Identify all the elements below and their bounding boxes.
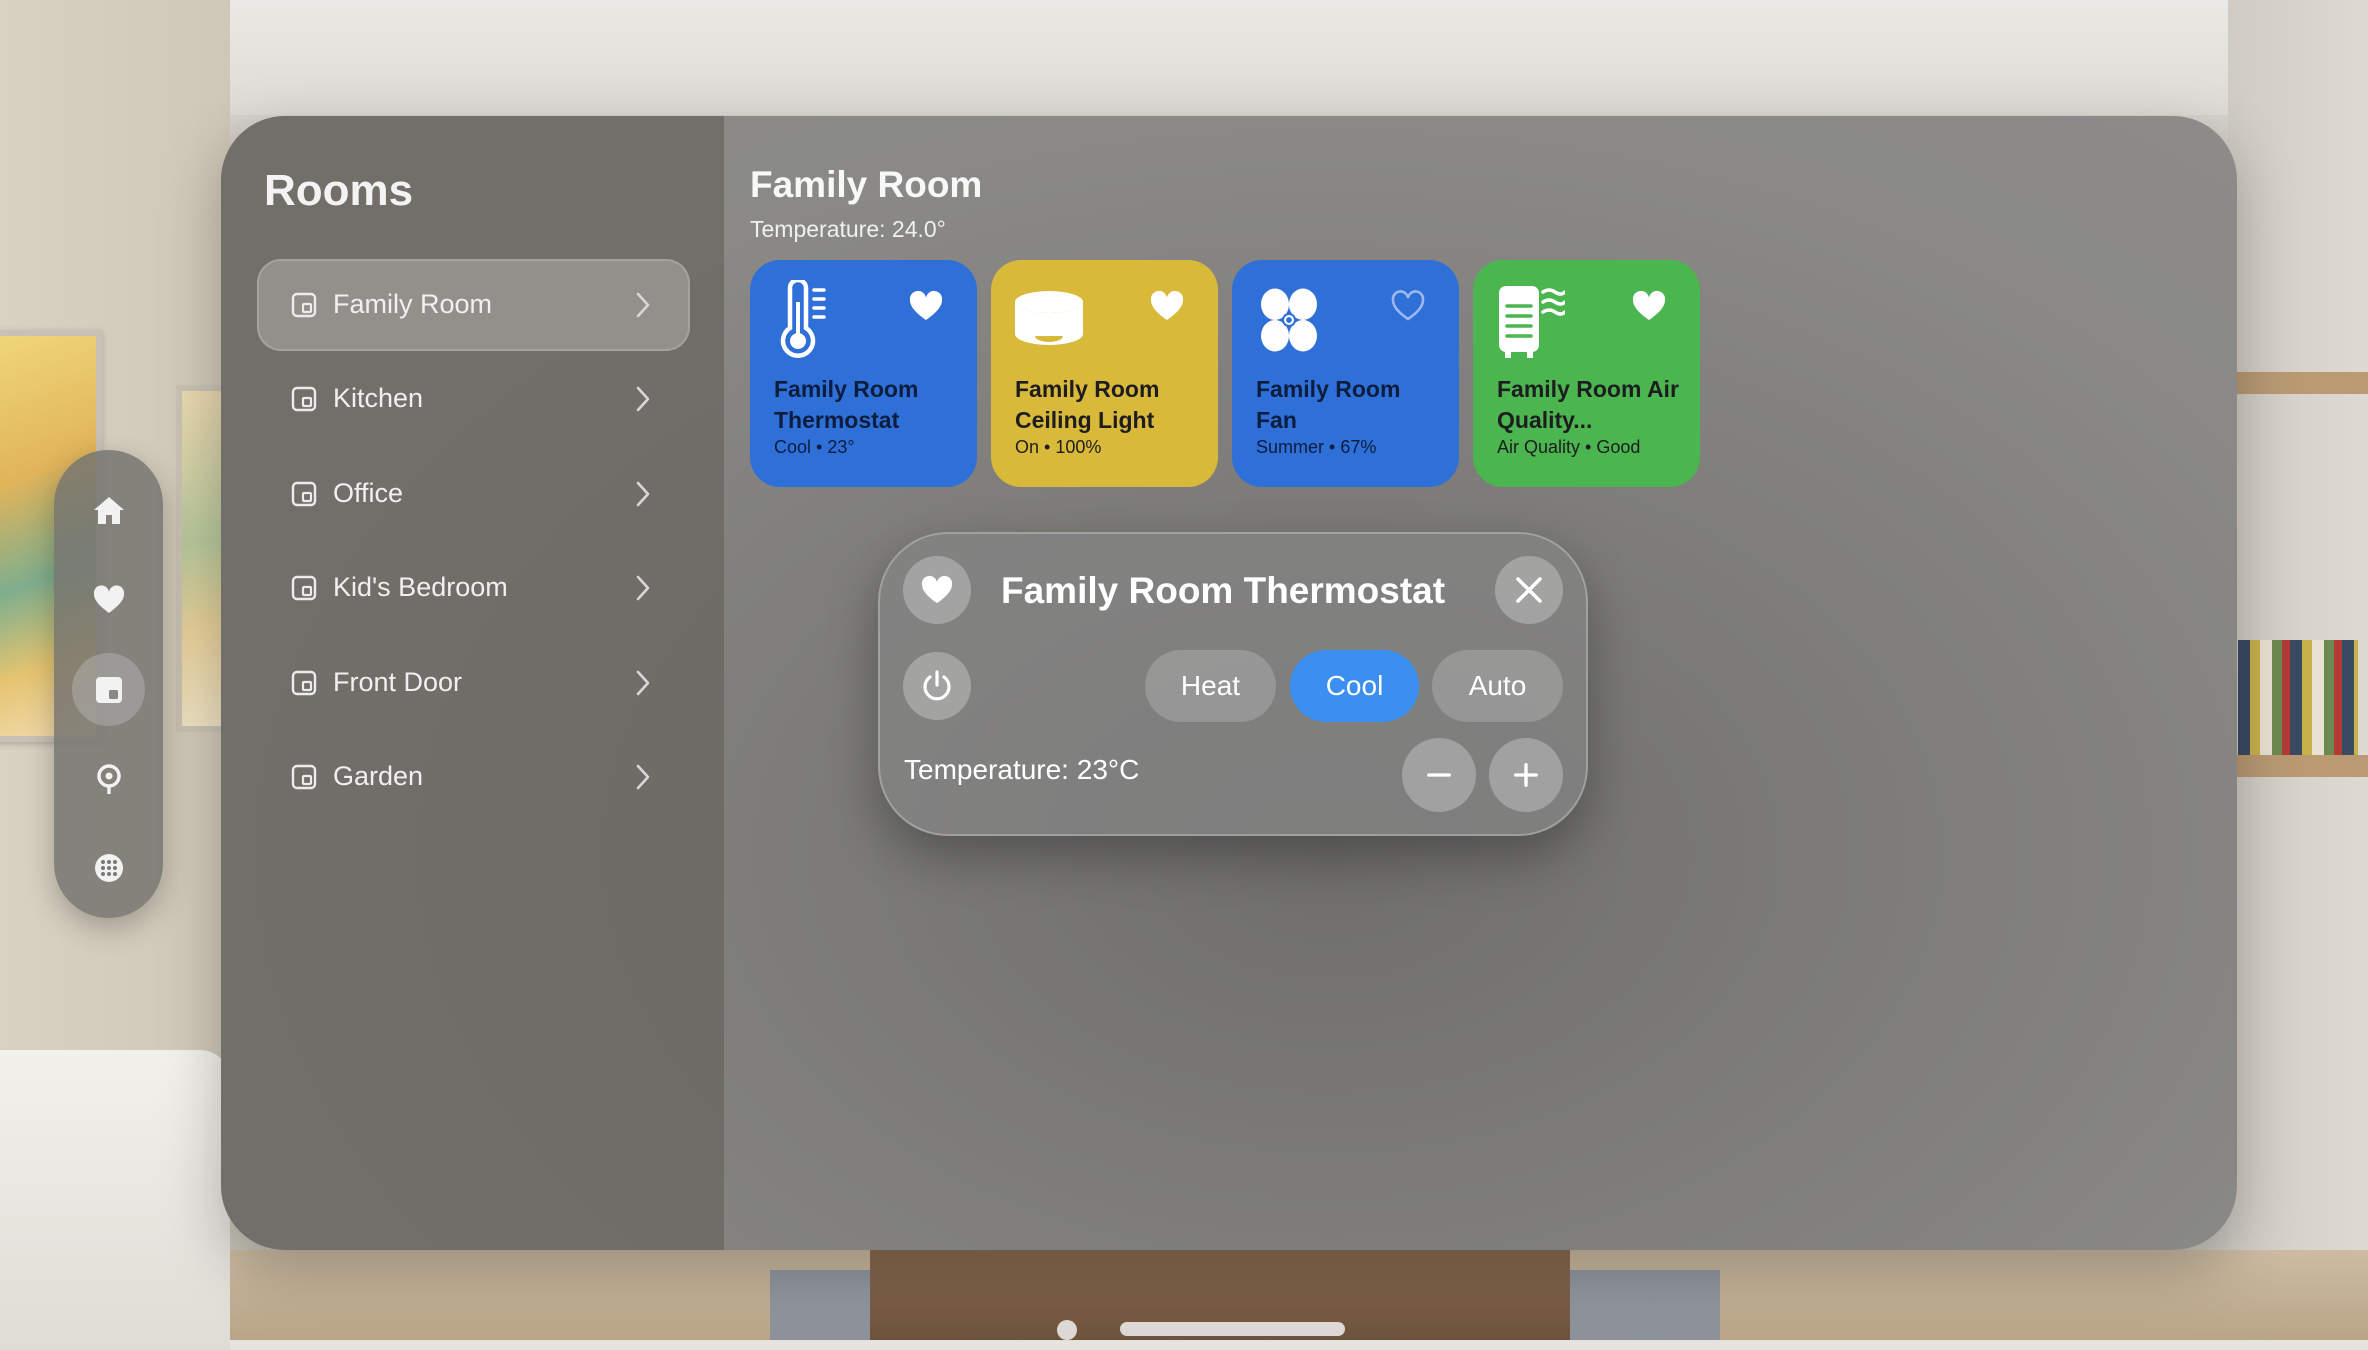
tab-favorites[interactable]: [72, 563, 145, 636]
mode-cool-button[interactable]: Cool: [1290, 650, 1419, 722]
background-shelf: [2228, 372, 2368, 394]
background-books: [2238, 640, 2358, 755]
tile-state: Summer • 67%: [1256, 437, 1377, 457]
sidebar-item-garden[interactable]: Garden: [257, 731, 690, 823]
window-grab-dot[interactable]: [1057, 1320, 1077, 1340]
sidebar: Rooms Family Room Kitchen Office Kid's B…: [221, 116, 724, 1250]
ceiling-light-icon: [1015, 291, 1083, 345]
thermostat-popover: Family Room Thermostat Heat Cool Auto Te…: [878, 532, 1588, 836]
background-shelf: [2228, 755, 2368, 777]
tab-rooms[interactable]: [72, 653, 145, 726]
tile-name: Family Room Fan: [1256, 376, 1401, 433]
mode-heat-button[interactable]: Heat: [1145, 650, 1276, 722]
room-icon: [291, 575, 317, 601]
power-button[interactable]: [903, 652, 971, 720]
fan-icon: [1261, 288, 1317, 352]
sidebar-item-label: Kid's Bedroom: [333, 572, 508, 602]
favorite-heart-icon[interactable]: [1149, 290, 1185, 322]
thermometer-icon: [780, 280, 826, 358]
tile-name: Family Room Ceiling Light: [1015, 376, 1160, 433]
window-grab-bar[interactable]: [1120, 1322, 1345, 1336]
tile-thermostat[interactable]: Family Room Thermostat Cool • 23°: [750, 260, 977, 487]
page-title: Family Room: [750, 164, 983, 205]
room-icon: [291, 670, 317, 696]
tile-state: Cool • 23°: [774, 437, 855, 457]
chevron-right-icon: [636, 764, 650, 790]
chevron-right-icon: [636, 575, 650, 601]
temperature-label: Temperature: 23°C: [904, 754, 1140, 785]
background-lamp: [0, 1050, 230, 1350]
favorite-button[interactable]: [903, 556, 971, 624]
favorite-heart-outline-icon[interactable]: [1390, 290, 1426, 322]
favorite-heart-icon[interactable]: [908, 290, 944, 322]
background-rug: [1560, 1270, 1720, 1340]
heart-icon: [921, 575, 953, 604]
sidebar-title: Rooms: [264, 166, 414, 215]
tile-name: Family Room Thermostat: [774, 376, 919, 433]
popover-title: Family Room Thermostat: [1001, 570, 1446, 611]
room-icon: [291, 481, 317, 507]
favorite-heart-icon[interactable]: [1631, 290, 1667, 322]
sidebar-item-label: Garden: [333, 761, 424, 791]
sidebar-item-label: Front Door: [333, 667, 463, 697]
tile-name: Family Room Air Quality...: [1497, 376, 1679, 433]
chevron-right-icon: [636, 386, 650, 412]
minus-icon: [1427, 773, 1451, 777]
chevron-right-icon: [636, 670, 650, 696]
tile-state: On • 100%: [1015, 437, 1102, 457]
room-icon: [291, 386, 317, 412]
chevron-right-icon: [636, 292, 650, 318]
sidebar-item-label: Family Room: [333, 289, 493, 319]
tab-bar-ornament: [54, 450, 163, 918]
sidebar-item-office[interactable]: Office: [257, 448, 690, 540]
home-icon: [93, 496, 124, 524]
sidebar-item-kids-bedroom[interactable]: Kid's Bedroom: [257, 542, 690, 634]
tab-apps[interactable]: [72, 831, 145, 904]
close-button[interactable]: [1495, 556, 1563, 624]
tile-fan[interactable]: Family Room Fan Summer • 67%: [1232, 260, 1459, 487]
decrease-temperature-button[interactable]: [1402, 738, 1476, 812]
mode-auto-button[interactable]: Auto: [1432, 650, 1563, 722]
location-icon: [96, 763, 121, 794]
air-quality-icon: [1499, 286, 1565, 358]
sidebar-item-front-door[interactable]: Front Door: [257, 637, 690, 729]
power-icon: [923, 670, 951, 701]
sidebar-item-label: Office: [333, 478, 404, 508]
room-icon: [291, 764, 317, 790]
grid-icon: [94, 853, 123, 882]
heart-icon: [93, 584, 124, 613]
background-ceiling: [0, 0, 2368, 115]
rooms-icon: [95, 676, 122, 703]
tile-air-quality[interactable]: Family Room Air Quality... Air Quality •…: [1473, 260, 1700, 487]
tile-state: Air Quality • Good: [1497, 437, 1641, 457]
increase-temperature-button[interactable]: [1489, 738, 1563, 812]
tab-home[interactable]: [72, 474, 145, 547]
sidebar-item-family-room[interactable]: Family Room: [257, 259, 690, 351]
tab-location[interactable]: [72, 742, 145, 815]
plus-icon: [1514, 763, 1538, 787]
room-temperature: Temperature: 24.0°: [750, 216, 946, 242]
tile-ceiling-light[interactable]: Family Room Ceiling Light On • 100%: [991, 260, 1218, 487]
sidebar-item-label: Kitchen: [333, 383, 424, 413]
chevron-right-icon: [636, 481, 650, 507]
sidebar-item-kitchen[interactable]: Kitchen: [257, 353, 690, 445]
room-icon: [291, 292, 317, 318]
close-icon: [1516, 577, 1542, 603]
